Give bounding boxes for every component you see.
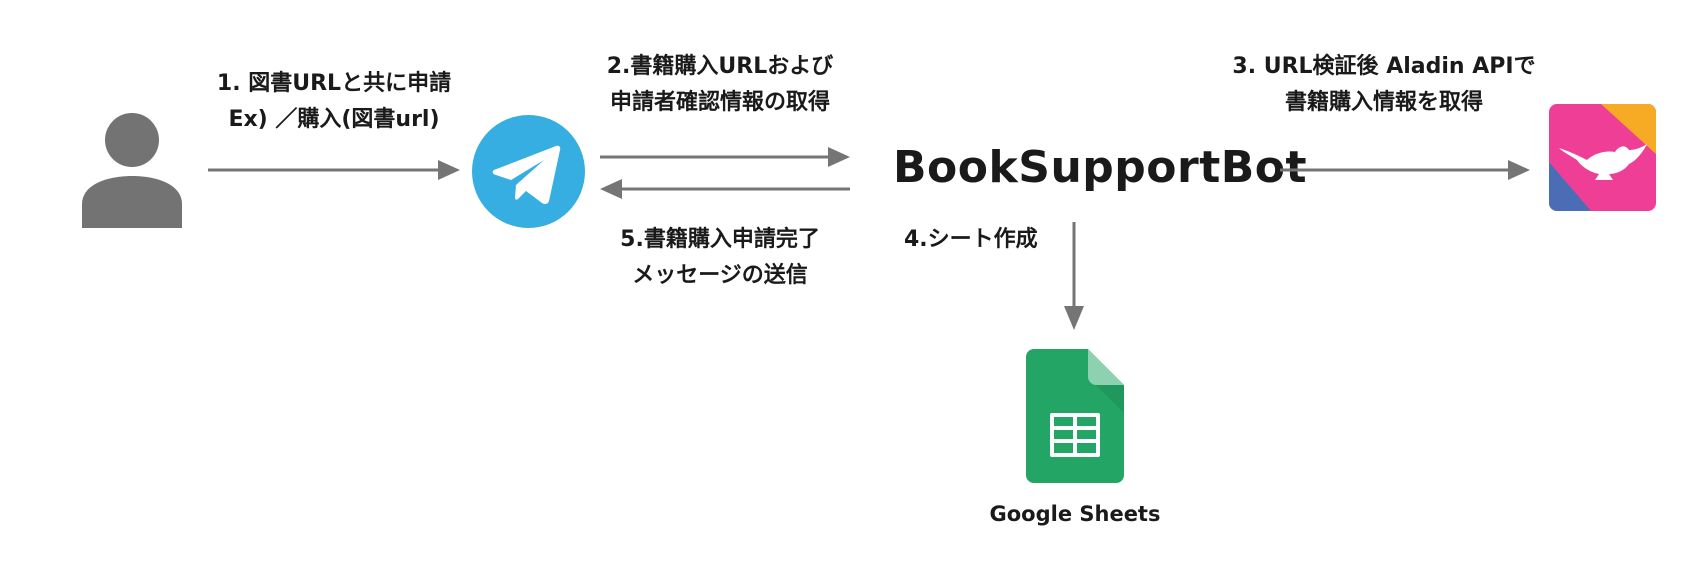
step5-label: 5.書籍購入申請完了 メッセージの送信 [590, 222, 850, 294]
step3-label: 3. URL検証後 Aladin APIで 書籍購入情報を取得 [1214, 49, 1554, 121]
step5-line2: メッセージの送信 [632, 263, 808, 288]
arrow-user-to-telegram [208, 158, 460, 182]
step3-line1: 3. URL検証後 Aladin APIで [1232, 54, 1536, 79]
step1-line1: 1. 図書URLと共に申請 [216, 71, 452, 96]
sheets-caption: Google Sheets [989, 502, 1161, 526]
user-icon [82, 113, 182, 228]
arrow-bot-to-sheets [1062, 222, 1086, 330]
sheets-node [1026, 349, 1124, 483]
step1-line2: Ex) ／購入(図書url) [228, 107, 440, 132]
step4-label: 4.シート作成 [904, 222, 1038, 258]
step2-line1: 2.書籍購入URLおよび [606, 54, 834, 79]
telegram-icon [472, 115, 585, 228]
step4-line1: 4.シート作成 [904, 227, 1038, 252]
step2-line2: 申請者確認情報の取得 [609, 90, 830, 115]
arrow-bot-to-telegram [600, 177, 850, 201]
google-sheets-icon [1026, 349, 1124, 483]
step1-label: 1. 図書URLと共に申請 Ex) ／購入(図書url) [203, 66, 465, 138]
step2-label: 2.書籍購入URLおよび 申請者確認情報の取得 [590, 49, 850, 121]
aladin-icon [1549, 104, 1656, 211]
arrow-bot-to-aladin [1280, 158, 1530, 182]
step3-line2: 書籍購入情報を取得 [1284, 90, 1483, 115]
telegram-node [472, 115, 585, 228]
user-node [82, 112, 182, 228]
bot-title: BookSupportBot [893, 142, 1308, 193]
aladin-node [1549, 104, 1656, 211]
arrow-telegram-to-bot [600, 145, 850, 169]
step5-line1: 5.書籍購入申請完了 [620, 227, 820, 252]
